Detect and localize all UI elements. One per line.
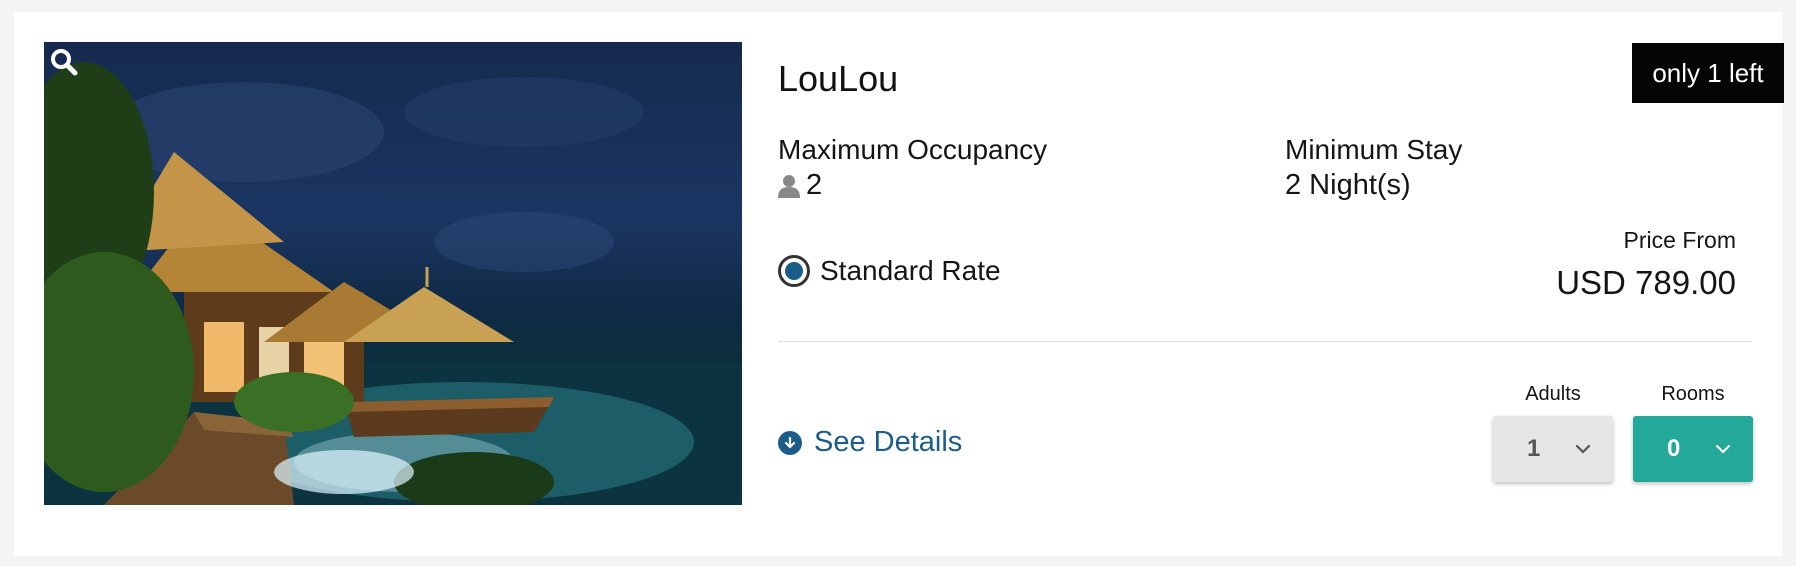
room-card: LouLou only 1 left Maximum Occupancy 2 M… [14, 12, 1784, 556]
rooms-value: 0 [1667, 435, 1681, 462]
price-from-label: Price From [1623, 227, 1736, 253]
divider [778, 341, 1752, 342]
person-icon [778, 174, 800, 198]
rooms-label: Rooms [1661, 383, 1725, 405]
min-stay-label: Minimum Stay [1285, 134, 1463, 165]
see-details-link[interactable]: See Details [778, 426, 962, 459]
download-circle-icon [778, 430, 802, 455]
rate-label: Standard Rate [820, 255, 1001, 286]
max-occupancy-number: 2 [806, 169, 823, 201]
availability-badge: only 1 left [1632, 43, 1784, 103]
chevron-down-icon [1575, 444, 1591, 454]
room-title: LouLou [778, 58, 899, 99]
rate-radio[interactable] [778, 255, 810, 287]
max-occupancy-value: 2 [778, 169, 822, 202]
min-stay-value: 2 Night(s) [1285, 169, 1411, 201]
rooms-select[interactable]: 0 [1633, 416, 1753, 482]
adults-select[interactable]: 1 [1493, 416, 1613, 482]
rate-radio-selected-dot [785, 262, 803, 280]
room-photo-illustration [44, 62, 742, 505]
zoom-icon[interactable] [50, 48, 78, 76]
see-details-label: See Details [814, 426, 963, 458]
adults-label: Adults [1525, 383, 1581, 405]
standard-rate-option[interactable]: Standard Rate [778, 255, 1001, 287]
room-photo[interactable] [44, 42, 742, 505]
chevron-down-icon [1715, 444, 1731, 454]
max-occupancy-label: Maximum Occupancy [778, 134, 1048, 165]
price-value: USD 789.00 [1556, 264, 1736, 301]
adults-value: 1 [1527, 435, 1541, 462]
